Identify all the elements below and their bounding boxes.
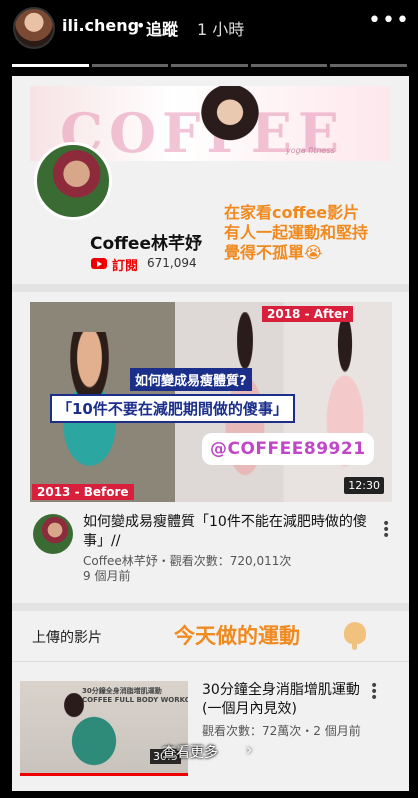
- youtube-icon: [91, 258, 107, 269]
- workout-photo: [50, 693, 130, 773]
- divider: [12, 603, 409, 611]
- channel-avatar[interactable]: [34, 142, 112, 220]
- story-progress-bar: [12, 64, 407, 67]
- progress-segment: [171, 64, 248, 67]
- video-meta: Coffee林芊妤・觀看次數：720,011次 9 個月前: [83, 554, 292, 583]
- story-text-overlay: 在家看coffee影片 有人一起運動和堅持 覺得不孤單😭: [224, 203, 369, 262]
- thumbnail-question: 如何變成易瘦體質?: [130, 368, 252, 391]
- username[interactable]: ili.cheng: [62, 16, 139, 35]
- progress-segment: [330, 64, 407, 67]
- timestamp: 1 小時: [197, 20, 245, 39]
- thumbnail-handle: @COFFEE89921: [202, 433, 374, 465]
- thumbnail-headline: 「10件不要在減肥期間做的傻事」: [50, 394, 295, 423]
- video-duration: 12:30: [344, 477, 384, 494]
- after-photo-front: [305, 322, 385, 502]
- subscribe-button[interactable]: 訂閱: [112, 255, 138, 274]
- chevron-right-icon[interactable]: ›: [246, 740, 252, 759]
- divider: [12, 284, 409, 292]
- banner-subtitle: yoga fitness: [286, 146, 335, 155]
- more-options-icon[interactable]: •••: [368, 8, 410, 33]
- video-meta: 觀看次數：72萬次・2 個月前: [202, 724, 361, 738]
- follow-button[interactable]: 追蹤: [146, 16, 178, 40]
- subscriber-count: 671,094: [147, 256, 197, 270]
- video-menu-icon[interactable]: • • •: [382, 517, 390, 543]
- separator-dot: •: [136, 16, 146, 35]
- pointing-hand-icon: [344, 622, 366, 650]
- after-tag: 2018 - After: [262, 306, 354, 322]
- story-content[interactable]: COFFEE yoga fitness Coffee林芊妤 訂閱 671,094…: [12, 76, 409, 791]
- before-tag: 2013 - Before: [32, 484, 134, 500]
- progress-segment: [250, 64, 328, 67]
- video-menu-icon[interactable]: • • •: [370, 679, 378, 705]
- video-channel-avatar[interactable]: [33, 514, 73, 554]
- progress-segment: [91, 64, 169, 67]
- video-title[interactable]: 30分鐘全身消脂增肌運動 (一個月內見效): [202, 681, 382, 719]
- see-more-link[interactable]: 查看更多: [162, 742, 218, 762]
- story-today-label: 今天做的運動: [174, 624, 300, 648]
- avatar[interactable]: [13, 7, 55, 49]
- progress-segment: [12, 64, 89, 67]
- uploads-section-title: 上傳的影片: [32, 630, 102, 646]
- featured-video-thumbnail[interactable]: 2018 - After 2013 - Before 如何變成易瘦體質? 「10…: [30, 302, 392, 502]
- second-thumbnail-caption: 30分鐘全身消脂增肌運動 COFFEE FULL BODY WORKOUT: [82, 687, 188, 704]
- video-title[interactable]: 如何變成易瘦體質「10件不能在減肥時做的傻事」//: [83, 513, 373, 551]
- banner-image: [180, 86, 280, 161]
- divider: [12, 661, 409, 662]
- channel-name[interactable]: Coffee林芊妤: [90, 229, 202, 254]
- story-header: ili.cheng • 追蹤 1 小時 •••: [0, 0, 418, 60]
